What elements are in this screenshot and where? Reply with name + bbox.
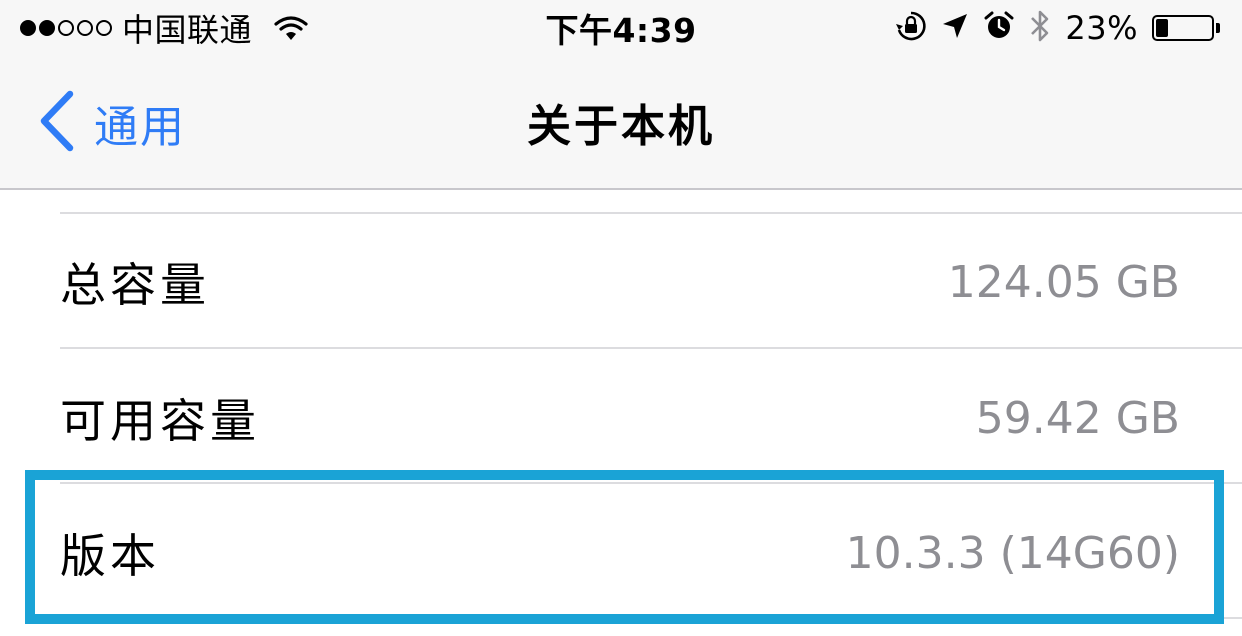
row-label: 可用容量 (60, 394, 260, 448)
list-row-available-capacity: 可用容量 59.42 GB (0, 352, 1242, 484)
bluetooth-icon (1029, 8, 1051, 48)
battery-tip (1216, 23, 1220, 33)
status-bar: 中国联通 下午4:39 23% (0, 0, 1242, 56)
battery-level-fill (1156, 19, 1169, 37)
row-value: 59.42 GB (975, 392, 1180, 444)
orientation-lock-icon (895, 10, 927, 46)
row-separator (60, 212, 1242, 214)
battery-icon (1152, 15, 1220, 41)
row-separator (60, 347, 1242, 349)
battery-percent: 23% (1065, 9, 1138, 47)
row-value: 124.05 GB (947, 256, 1180, 308)
status-time: 下午4:39 (545, 11, 697, 50)
version-row-highlight-box (25, 470, 1224, 624)
row-label: 总容量 (60, 258, 210, 312)
status-bar-right: 23% (895, 0, 1220, 56)
back-button-label: 通用 (94, 102, 186, 153)
list-row-total-capacity: 总容量 124.05 GB (0, 216, 1242, 348)
back-button[interactable]: 通用 (36, 90, 186, 156)
navigation-bar: 关于本机 通用 (0, 56, 1242, 190)
battery-body (1152, 15, 1214, 41)
chevron-left-icon (36, 90, 76, 156)
location-arrow-icon (941, 12, 969, 44)
page-title: 关于本机 (527, 101, 715, 152)
alarm-clock-icon (983, 10, 1015, 46)
